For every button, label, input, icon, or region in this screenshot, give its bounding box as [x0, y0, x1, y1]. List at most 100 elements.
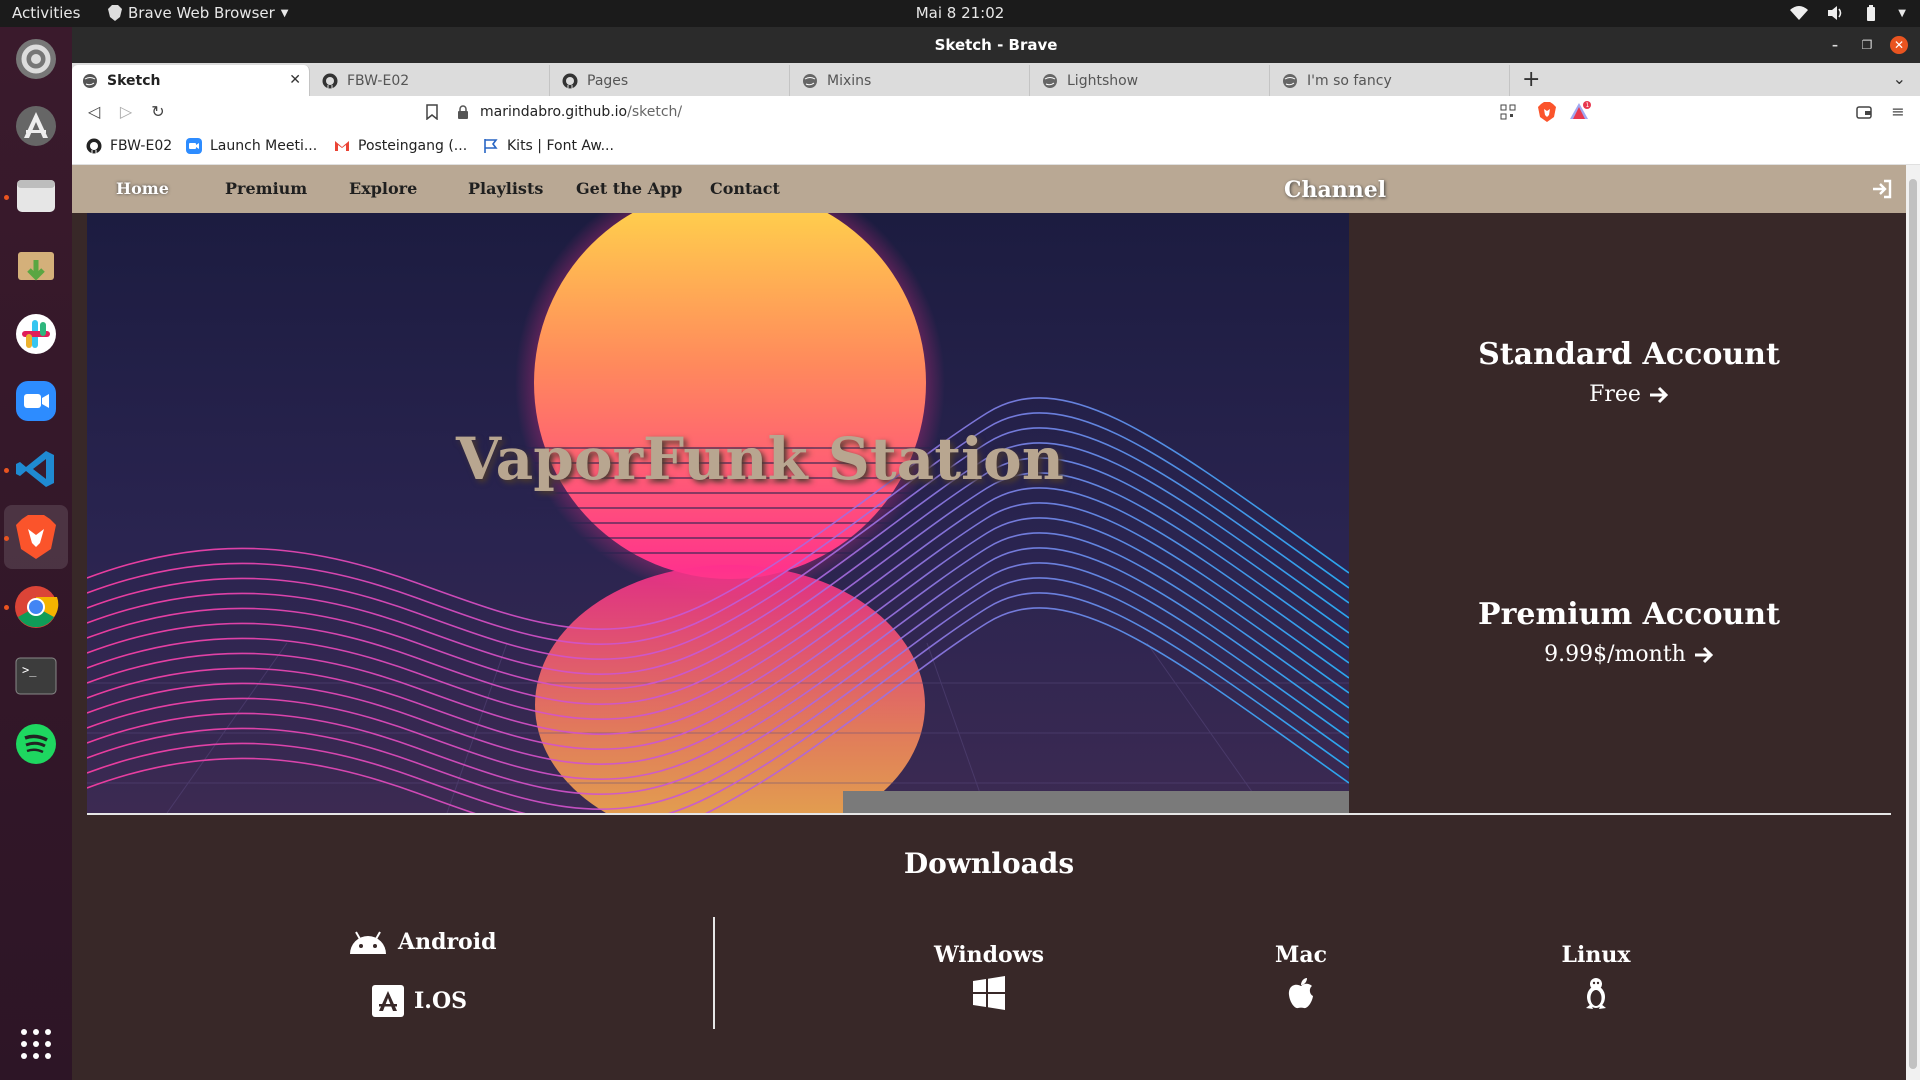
- nav-home[interactable]: Home: [116, 179, 169, 198]
- tab-list-chevron-icon[interactable]: ⌄: [1893, 69, 1906, 88]
- chrome-icon: [15, 586, 59, 628]
- qr-code-icon[interactable]: [1500, 104, 1516, 120]
- lock-icon: [458, 105, 468, 119]
- windows-icon: [973, 976, 1005, 1010]
- nav-playlists[interactable]: Playlists: [468, 179, 543, 198]
- apple-icon: [1288, 978, 1313, 1009]
- brave-icon: [16, 515, 56, 559]
- bookmark-label: FBW-E02: [110, 138, 173, 154]
- dock-zoom[interactable]: [12, 377, 60, 425]
- brave-shields-icon[interactable]: [1538, 102, 1556, 122]
- mac-label: Mac: [1274, 942, 1327, 968]
- slack-icon: [16, 314, 56, 354]
- close-tab-icon[interactable]: ✕: [289, 72, 301, 88]
- bookmark-posteingang[interactable]: Posteingang (...: [334, 138, 467, 154]
- globe-icon: [803, 73, 817, 88]
- window-titlebar: Sketch - Brave – ❐ ✕: [72, 27, 1920, 63]
- activities-button[interactable]: Activities: [12, 4, 80, 22]
- browser-toolbar: ◁ ▷ ↻ marindabro.github.io/sketch/ 1 ≡: [72, 96, 1920, 128]
- wallet-icon[interactable]: [1856, 105, 1872, 119]
- nav-get-the-app[interactable]: Get the App: [576, 179, 682, 198]
- bookmark-fbw-e02[interactable]: FBW-E02: [86, 138, 172, 154]
- download-linux[interactable]: Linux: [1516, 942, 1676, 1010]
- dock-archive[interactable]: [12, 242, 60, 290]
- tab-mixins[interactable]: Mixins: [792, 65, 1030, 96]
- bookmark-kits-font-awesome[interactable]: Kits | Font Aw...: [483, 138, 614, 154]
- battery-icon: [1867, 5, 1876, 21]
- system-tray[interactable]: ▼: [1790, 4, 1906, 22]
- nav-explore[interactable]: Explore: [349, 179, 417, 198]
- volume-icon: [1828, 6, 1842, 20]
- arrow-right-icon: [1649, 386, 1669, 403]
- running-indicator: [4, 468, 9, 473]
- channel-link[interactable]: Channel: [1284, 177, 1386, 203]
- tab-fbw-e02[interactable]: FBW-E02: [312, 65, 550, 96]
- tab-sketch[interactable]: Sketch ✕: [72, 65, 310, 96]
- dock-vscode[interactable]: [12, 445, 60, 493]
- nav-contact[interactable]: Contact: [710, 179, 780, 198]
- minimize-button[interactable]: –: [1826, 36, 1844, 54]
- zoom-icon: [16, 381, 56, 421]
- dock-spotify[interactable]: [12, 720, 60, 768]
- hero-title: VaporFunk Station: [456, 425, 1064, 493]
- dock-settings[interactable]: [12, 35, 60, 83]
- back-button[interactable]: ◁: [84, 102, 104, 122]
- bookmark-label: Kits | Font Aw...: [507, 138, 614, 154]
- running-indicator: [4, 536, 9, 541]
- github-icon: [322, 73, 338, 88]
- download-windows[interactable]: Windows: [909, 942, 1069, 1010]
- menu-button[interactable]: ≡: [1888, 102, 1908, 122]
- svg-text:>_: >_: [22, 663, 37, 677]
- app-menu[interactable]: Brave Web Browser ▼: [108, 4, 288, 22]
- tab-im-so-fancy[interactable]: I'm so fancy: [1272, 65, 1510, 96]
- dock: >_: [0, 27, 72, 1080]
- hero-overlay-bar: [843, 791, 1349, 813]
- bookmark-icon[interactable]: [426, 104, 438, 120]
- wifi-icon: [1790, 6, 1809, 20]
- bookmark-launch-meeting[interactable]: Launch Meeti...: [186, 138, 317, 154]
- dock-slack[interactable]: [12, 310, 60, 358]
- globe-icon: [1283, 73, 1297, 88]
- new-tab-button[interactable]: +: [1522, 67, 1540, 92]
- dock-software[interactable]: [12, 102, 60, 150]
- reload-button[interactable]: ↻: [148, 102, 168, 122]
- page-scrollbar[interactable]: [1906, 165, 1920, 1080]
- linux-tux-icon: [1586, 978, 1606, 1009]
- nav-premium[interactable]: Premium: [225, 179, 307, 198]
- dock-files[interactable]: [12, 172, 60, 220]
- running-indicator: [4, 195, 9, 200]
- grid-icon: [21, 1029, 51, 1059]
- clock[interactable]: Mai 8 21:02: [916, 4, 1005, 22]
- settings-gear-icon: [16, 39, 56, 79]
- dock-brave[interactable]: [4, 505, 68, 569]
- show-apps-button[interactable]: [12, 1020, 60, 1068]
- app-menu-label: Brave Web Browser: [128, 4, 275, 22]
- standard-account-link[interactable]: Free: [1589, 382, 1669, 407]
- download-android[interactable]: Android: [348, 929, 496, 955]
- standard-account-title: Standard Account: [1478, 337, 1780, 372]
- forward-button[interactable]: ▷: [116, 102, 136, 122]
- tab-lightshow[interactable]: Lightshow: [1032, 65, 1270, 96]
- tab-label: Pages: [587, 72, 629, 89]
- bookmarks-bar: FBW-E02 Launch Meeti... Posteingang (...…: [72, 128, 1920, 165]
- sign-in-icon[interactable]: [1870, 177, 1894, 201]
- premium-account-link[interactable]: 9.99$/month: [1544, 642, 1714, 667]
- windows-label: Windows: [933, 942, 1045, 968]
- zoom-icon: [186, 138, 202, 154]
- brave-rewards-icon[interactable]: 1: [1570, 101, 1592, 121]
- android-label: Android: [398, 929, 497, 955]
- url-host: marindabro.github.io: [480, 104, 628, 120]
- terminal-icon: >_: [15, 657, 57, 695]
- close-window-button[interactable]: ✕: [1890, 36, 1908, 54]
- maximize-button[interactable]: ❐: [1858, 36, 1876, 54]
- download-mac[interactable]: Mac: [1221, 942, 1381, 1010]
- scrollbar-thumb[interactable]: [1909, 179, 1917, 1069]
- download-ios[interactable]: I.OS: [372, 985, 467, 1017]
- dock-chrome[interactable]: [12, 583, 60, 631]
- tab-label: I'm so fancy: [1307, 72, 1392, 89]
- svg-text:1: 1: [1586, 102, 1590, 109]
- address-bar[interactable]: marindabro.github.io/sketch/: [442, 98, 1550, 126]
- tab-pages[interactable]: Pages: [552, 65, 790, 96]
- linux-label: Linux: [1561, 942, 1631, 968]
- dock-terminal[interactable]: >_: [12, 652, 60, 700]
